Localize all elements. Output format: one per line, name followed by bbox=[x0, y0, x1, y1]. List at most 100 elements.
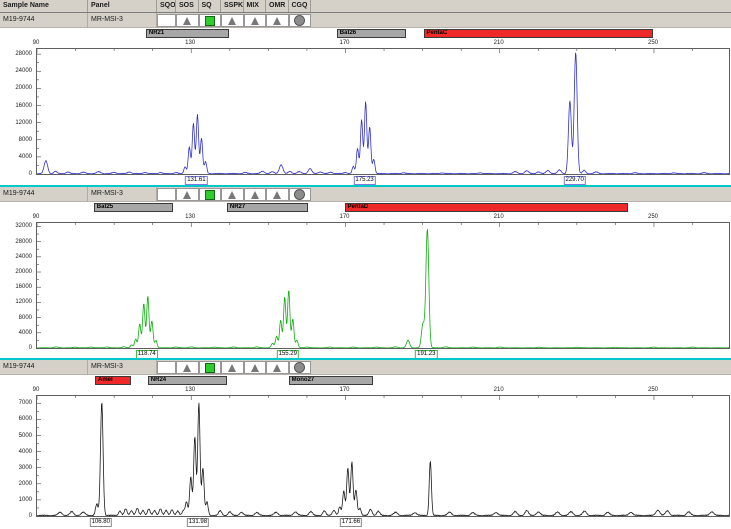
x-axis-tick-label: 250 bbox=[648, 214, 658, 221]
sqo-flag-cell bbox=[157, 361, 176, 374]
sq-flag-cell bbox=[199, 188, 222, 201]
sample-name-cell: M19-9744 bbox=[0, 187, 88, 202]
sqo-flag-cell bbox=[157, 14, 176, 27]
sample-row[interactable]: M19-9744MR-MSI-3 bbox=[0, 13, 731, 28]
marker-bar-bat26[interactable]: Bat26 bbox=[337, 29, 406, 38]
peak-size-label[interactable]: 229.70 bbox=[564, 176, 586, 185]
mix-flag-cell bbox=[244, 361, 267, 374]
x-axis-tick-label: 250 bbox=[648, 40, 658, 47]
peak-size-label[interactable]: 106.80 bbox=[90, 518, 112, 527]
column-header-omr: OMR bbox=[266, 0, 289, 12]
dye-trace bbox=[37, 229, 729, 348]
x-axis-tick-label: 90 bbox=[33, 40, 40, 47]
y-axis-tick-label: 4000 bbox=[0, 154, 32, 160]
cgq-flag-cell bbox=[289, 361, 312, 374]
y-axis-tick-label: 4000 bbox=[0, 449, 32, 455]
omr-flag-triangle-icon bbox=[273, 364, 281, 372]
omr-flag-cell bbox=[266, 14, 289, 27]
dye-trace bbox=[37, 403, 729, 516]
y-axis-tick-label: 8000 bbox=[0, 315, 32, 321]
x-axis-tick-label: 210 bbox=[494, 387, 504, 394]
cgq-flag-cell bbox=[289, 188, 312, 201]
electropherogram-plot[interactable] bbox=[36, 395, 730, 517]
marker-bar-mono27[interactable]: Mono27 bbox=[289, 376, 374, 385]
sspk-flag-cell bbox=[221, 14, 244, 27]
column-header-mix: MIX bbox=[244, 0, 267, 12]
x-axis-tick-label: 130 bbox=[185, 214, 195, 221]
marker-bar-bat25[interactable]: Bat25 bbox=[94, 203, 173, 212]
omr-flag-triangle-icon bbox=[273, 191, 281, 199]
sspk-flag-cell bbox=[221, 361, 244, 374]
mix-flag-triangle-icon bbox=[251, 17, 259, 25]
omr-flag-cell bbox=[266, 188, 289, 201]
peak-size-label[interactable]: 175.23 bbox=[353, 176, 375, 185]
y-axis-tick-label: 0 bbox=[0, 345, 32, 351]
y-axis-tick-label: 8000 bbox=[0, 137, 32, 143]
mix-flag-triangle-icon bbox=[251, 364, 259, 372]
electropherogram-plot[interactable] bbox=[36, 222, 730, 349]
panel-name-cell: MR-MSI-3 bbox=[88, 13, 157, 28]
cgq-flag-circle-icon bbox=[294, 189, 305, 200]
electropherogram-panel: M19-9744MR-MSI-3Amel NR24 Mono27 90 130 170 21… bbox=[0, 358, 731, 529]
panel-name-cell: MR-MSI-3 bbox=[88, 187, 157, 202]
sspk-flag-triangle-icon bbox=[228, 191, 236, 199]
omr-flag-triangle-icon bbox=[273, 17, 281, 25]
panel-name-cell: MR-MSI-3 bbox=[88, 360, 157, 375]
y-axis-tick-label: 1000 bbox=[0, 497, 32, 503]
y-axis-tick-label: 6000 bbox=[0, 416, 32, 422]
y-axis-tick-label: 3000 bbox=[0, 465, 32, 471]
sq-flag-cell bbox=[199, 361, 222, 374]
sspk-flag-triangle-icon bbox=[228, 364, 236, 372]
x-axis-tick-label: 130 bbox=[185, 387, 195, 394]
y-axis-tick-label: 0 bbox=[0, 171, 32, 177]
x-axis-tick-label: 250 bbox=[648, 387, 658, 394]
marker-bar-amel[interactable]: Amel bbox=[95, 376, 131, 385]
column-header-sos: SOS bbox=[176, 0, 199, 12]
marker-bar-pentac[interactable]: PentaC bbox=[424, 29, 653, 38]
x-axis-tick-label: 90 bbox=[33, 214, 40, 221]
omr-flag-cell bbox=[266, 361, 289, 374]
marker-bar-nr21[interactable]: NR21 bbox=[146, 29, 229, 38]
peak-size-label[interactable]: 131.98 bbox=[187, 518, 209, 527]
column-header-cgq: CGQ bbox=[289, 0, 312, 12]
marker-bar-pentad[interactable]: PentaD bbox=[345, 203, 628, 212]
x-axis-tick-label: 170 bbox=[339, 387, 349, 394]
column-header-sample-name: Sample Name bbox=[0, 0, 88, 12]
sos-flag-cell bbox=[176, 14, 199, 27]
marker-bar-nr27[interactable]: NR27 bbox=[227, 203, 308, 212]
sq-flag-pass-square-icon bbox=[205, 363, 215, 373]
sample-table-header: Sample NamePanelSQOSOSSQSSPKMIXOMRCGQ bbox=[0, 0, 731, 13]
fragment-analysis-sample-plot-window: Sample NamePanelSQOSOSSQSSPKMIXOMRCGQ M1… bbox=[0, 0, 731, 529]
y-axis-tick-label: 16000 bbox=[0, 103, 32, 109]
sample-row[interactable]: M19-9744MR-MSI-3 bbox=[0, 360, 731, 375]
y-axis-tick-label: 20000 bbox=[0, 85, 32, 91]
sqo-flag-cell bbox=[157, 188, 176, 201]
sq-flag-cell bbox=[199, 14, 222, 27]
sq-flag-pass-square-icon bbox=[205, 190, 215, 200]
mix-flag-cell bbox=[244, 14, 267, 27]
cgq-flag-circle-icon bbox=[294, 15, 305, 26]
mix-flag-triangle-icon bbox=[251, 191, 259, 199]
y-axis-tick-label: 7000 bbox=[0, 400, 32, 406]
peak-size-label[interactable]: 171.66 bbox=[340, 518, 362, 527]
column-header-sq: SQ bbox=[199, 0, 222, 12]
sspk-flag-cell bbox=[221, 188, 244, 201]
x-axis-tick-label: 210 bbox=[494, 214, 504, 221]
electropherogram-plot[interactable] bbox=[36, 48, 730, 175]
sos-flag-triangle-icon bbox=[183, 17, 191, 25]
y-axis-tick-label: 12000 bbox=[0, 299, 32, 305]
sos-flag-triangle-icon bbox=[183, 191, 191, 199]
y-axis-tick-label: 24000 bbox=[0, 254, 32, 260]
sq-flag-pass-square-icon bbox=[205, 16, 215, 26]
sos-flag-triangle-icon bbox=[183, 364, 191, 372]
column-header-panel: Panel bbox=[88, 0, 157, 12]
peak-size-label[interactable]: 131.61 bbox=[185, 176, 207, 185]
y-axis-tick-label: 16000 bbox=[0, 284, 32, 290]
x-axis-tick-label: 90 bbox=[33, 387, 40, 394]
y-axis-tick-label: 28000 bbox=[0, 51, 32, 57]
sample-name-cell: M19-9744 bbox=[0, 13, 88, 28]
mix-flag-cell bbox=[244, 188, 267, 201]
y-axis-tick-label: 4000 bbox=[0, 330, 32, 336]
sample-row[interactable]: M19-9744MR-MSI-3 bbox=[0, 187, 731, 202]
marker-bar-nr24[interactable]: NR24 bbox=[148, 376, 227, 385]
